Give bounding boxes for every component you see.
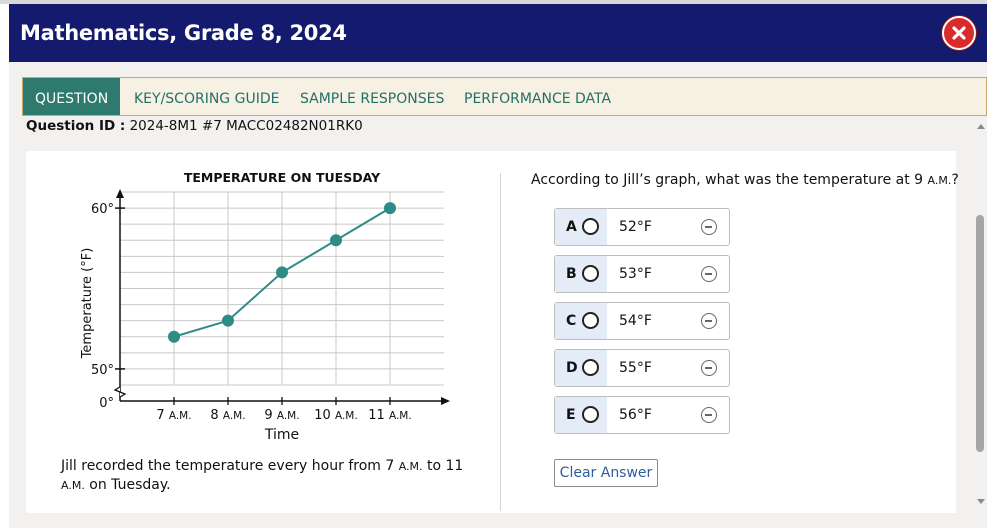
y-tick-label-0: 0°	[99, 396, 114, 411]
question-am: A.M.	[927, 174, 952, 187]
option-e[interactable]: E 56°F	[554, 396, 730, 434]
scroll-thumb[interactable]	[976, 215, 984, 452]
vertical-scrollbar[interactable]	[975, 122, 987, 512]
radio-button[interactable]	[582, 218, 599, 235]
close-button[interactable]	[942, 16, 976, 50]
option-letter: A	[566, 219, 577, 235]
column-divider	[500, 173, 501, 511]
eliminate-minus-icon[interactable]	[701, 266, 717, 282]
radio-button[interactable]	[582, 406, 599, 423]
x-axis-arrow	[441, 397, 450, 405]
eliminate-minus-icon[interactable]	[701, 313, 717, 329]
option-b[interactable]: B 53°F	[554, 255, 730, 293]
option-letter: C	[566, 313, 577, 329]
data-point	[222, 314, 234, 327]
option-letter-box	[555, 397, 607, 433]
y-tick-label-50: 50°	[91, 363, 114, 378]
tab-question[interactable]: QUESTION	[23, 78, 121, 115]
axis-break-icon	[113, 386, 127, 398]
option-letter-box	[555, 303, 607, 339]
chart-grid	[120, 191, 444, 386]
radio-button[interactable]	[582, 359, 599, 376]
y-axis-arrow	[116, 189, 124, 198]
question-id: Question ID : 2024-8M1 #7 MACC02482N01RK…	[26, 118, 363, 134]
x-tick-label: 10 A.M.	[314, 408, 357, 423]
eliminate-minus-icon[interactable]	[701, 360, 717, 376]
close-icon	[952, 26, 966, 40]
x-tick-label: 9 A.M.	[264, 408, 299, 423]
radio-button[interactable]	[582, 265, 599, 282]
question-stem: Jill recorded the temperature every hour…	[61, 457, 491, 495]
option-d[interactable]: D 55°F	[554, 349, 730, 387]
temperature-chart: TEMPERATURE ON TUESDAY 60° 50° 0° 7 A.M. 8 A…	[80, 170, 450, 443]
question-prompt: According to Jill’s graph, what was the …	[531, 172, 959, 188]
scroll-down-arrow-icon[interactable]	[977, 499, 985, 504]
tab-key-scoring-guide[interactable]: KEY/SCORING GUIDE	[134, 78, 279, 115]
question-id-value: 2024-8M1 #7 MACC02482N01RK0	[125, 118, 363, 134]
x-axis-label: Time	[264, 427, 299, 443]
option-letter: B	[566, 266, 577, 282]
chart-tick-labels: 60° 50° 0° 7 A.M. 8 A.M. 9 A.M. 10 A.M. 11 A.M.	[91, 202, 412, 423]
data-point	[330, 234, 342, 247]
tab-performance-data[interactable]: PERFORMANCE DATA	[464, 78, 611, 115]
option-letter-box	[555, 209, 607, 245]
header-bar: Mathematics, Grade 8, 2024	[9, 4, 987, 62]
option-letter: E	[566, 407, 576, 423]
option-letter: D	[566, 360, 578, 376]
option-c[interactable]: C 54°F	[554, 302, 730, 340]
option-value: 52°F	[619, 219, 652, 235]
option-value: 54°F	[619, 313, 652, 329]
data-point	[384, 202, 396, 215]
y-tick-label-60: 60°	[91, 202, 114, 217]
stem-am-2: A.M.	[61, 479, 85, 492]
option-value: 56°F	[619, 407, 652, 423]
stem-text-3: on Tuesday.	[84, 477, 171, 493]
stem-am-1: A.M.	[398, 460, 423, 473]
chart-title: TEMPERATURE ON TUESDAY	[184, 170, 381, 185]
scroll-up-arrow-icon[interactable]	[977, 124, 985, 129]
question-id-label: Question ID :	[26, 118, 126, 134]
page-title: Mathematics, Grade 8, 2024	[20, 21, 347, 45]
data-point	[276, 266, 288, 279]
option-letter-box	[555, 256, 607, 292]
y-axis-label: Temperature (°F)	[80, 248, 95, 360]
question-card: TEMPERATURE ON TUESDAY 60° 50° 0° 7 A.M. 8 A…	[26, 151, 959, 513]
tab-bar: QUESTION KEY/SCORING GUIDE SAMPLE RESPON…	[22, 77, 987, 116]
eliminate-minus-icon[interactable]	[701, 407, 717, 423]
option-value: 55°F	[619, 360, 652, 376]
question-text-2: ?	[951, 172, 959, 188]
stem-text-1: Jill recorded the temperature every hour…	[61, 458, 399, 474]
x-tick-label: 8 A.M.	[210, 408, 245, 423]
x-tick-label: 11 A.M.	[368, 408, 411, 423]
option-a[interactable]: A 52°F	[554, 208, 730, 246]
option-value: 53°F	[619, 266, 652, 282]
x-tick-label: 7 A.M.	[156, 408, 191, 423]
option-letter-box	[555, 350, 607, 386]
tab-sample-responses[interactable]: SAMPLE RESPONSES	[300, 78, 444, 115]
eliminate-minus-icon[interactable]	[701, 219, 717, 235]
radio-button[interactable]	[582, 312, 599, 329]
clear-answer-button[interactable]: Clear Answer	[554, 459, 658, 487]
data-point	[168, 330, 180, 343]
content-panel: QUESTION KEY/SCORING GUIDE SAMPLE RESPON…	[9, 62, 987, 528]
question-text-1: According to Jill’s graph, what was the …	[531, 172, 928, 188]
stem-text-2: to 11	[422, 458, 464, 474]
